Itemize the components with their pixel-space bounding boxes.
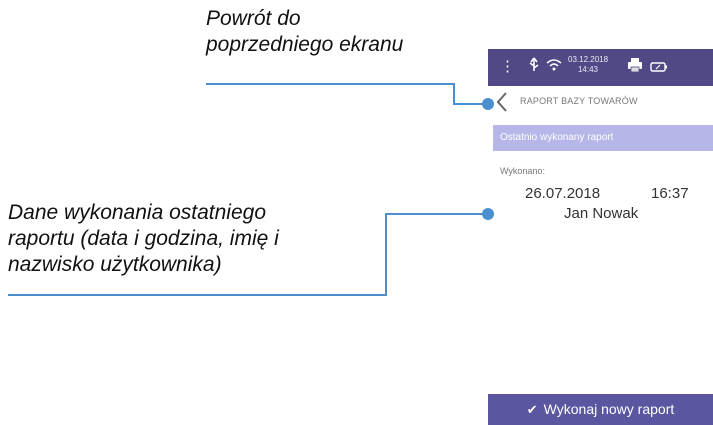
section-header: Ostatnio wykonany raport	[493, 125, 713, 151]
check-icon: ✔	[526, 402, 538, 417]
callout-back-line	[206, 83, 488, 105]
report-date: 26.07.2018	[525, 185, 601, 202]
new-report-button[interactable]: ✔ Wykonaj nowy raport	[488, 394, 713, 425]
executed-label: Wykonano:	[500, 166, 545, 176]
battery-icon	[650, 59, 668, 79]
printer-icon	[626, 56, 644, 80]
callout-line: poprzedniego ekranu	[206, 33, 404, 56]
menu-dots-icon[interactable]: ⋮	[500, 57, 515, 77]
callout-back-description: Powrót do poprzedniego ekranu	[206, 6, 403, 58]
usb-icon	[528, 57, 540, 79]
wifi-icon	[546, 58, 562, 78]
section-title: Ostatnio wykonany raport	[500, 132, 614, 143]
status-bar: ⋮ 03.12.2018 14:43	[488, 49, 713, 86]
callout-line: raportu (data i godzina, imię i	[8, 227, 279, 250]
app-bar: RAPORT BAZY TOWARÓW	[488, 86, 713, 118]
callout-report-data-description: Dane wykonania ostatniego raportu (data …	[8, 200, 279, 278]
device-screen: ⋮ 03.12.2018 14:43 RAPORT BAZY TOWARÓW O…	[488, 49, 713, 425]
page-title: RAPORT BAZY TOWARÓW	[520, 96, 638, 106]
status-time: 14:43	[577, 65, 599, 74]
callout-line: Powrót do	[206, 7, 301, 30]
report-user: Jan Nowak	[564, 205, 639, 222]
chevron-left-icon[interactable]	[492, 90, 514, 114]
callout-line: Dane wykonania ostatniego	[8, 201, 267, 224]
report-time: 16:37	[651, 185, 689, 202]
new-report-button-label: Wykonaj nowy raport	[543, 401, 675, 417]
status-date: 03.12.2018	[568, 55, 609, 64]
status-datetime: 03.12.2018 14:43	[568, 55, 608, 75]
callout-line: nazwisko użytkownika)	[8, 253, 222, 276]
